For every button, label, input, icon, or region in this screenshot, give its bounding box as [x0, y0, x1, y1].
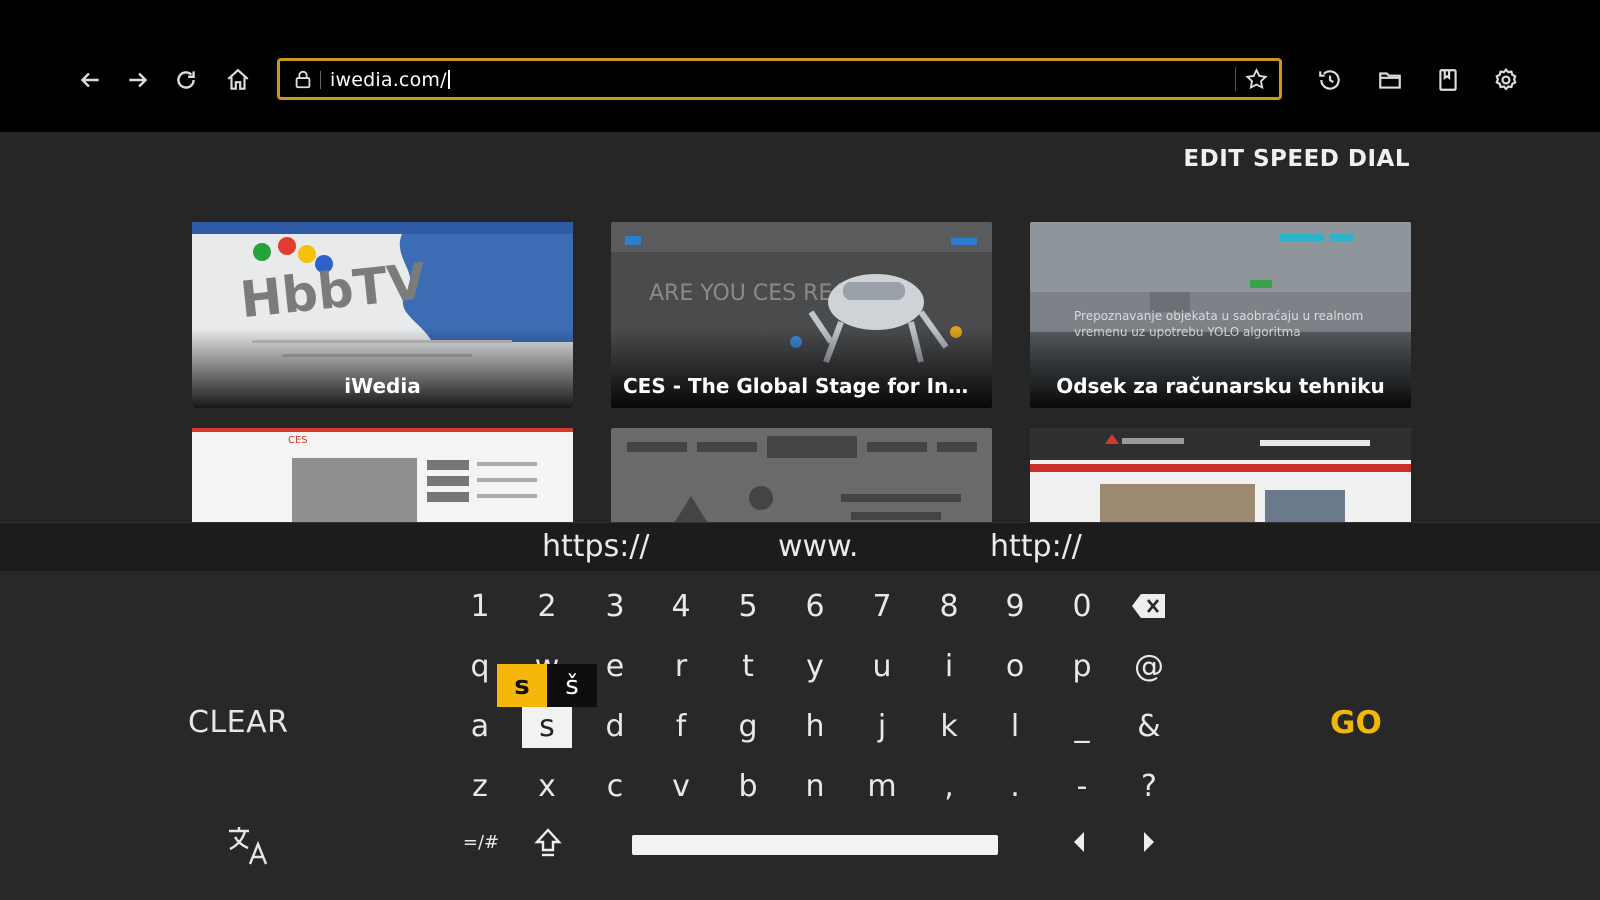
- cursor-left-icon[interactable]: [1054, 820, 1104, 864]
- shift-icon[interactable]: [523, 820, 573, 864]
- key-_[interactable]: _: [1057, 704, 1107, 748]
- key-7[interactable]: 7: [857, 584, 907, 628]
- lock-icon: [295, 70, 311, 89]
- key-.[interactable]: .: [990, 764, 1040, 808]
- key-a[interactable]: a: [455, 704, 505, 748]
- language-translate-icon[interactable]: [220, 820, 276, 870]
- key-d[interactable]: d: [590, 704, 640, 748]
- accent-option-s[interactable]: s: [497, 664, 547, 707]
- key-b[interactable]: b: [723, 764, 773, 808]
- key-?[interactable]: ?: [1124, 764, 1174, 808]
- key-4[interactable]: 4: [656, 584, 706, 628]
- key-@[interactable]: @: [1124, 644, 1174, 688]
- edit-speed-dial-button[interactable]: EDIT SPEED DIAL: [1183, 146, 1410, 172]
- suggestion-bar: https:// www. http://: [0, 522, 1600, 571]
- key-c[interactable]: c: [590, 764, 640, 808]
- backspace-glyph: [1132, 594, 1165, 618]
- accent-option-s-caron[interactable]: š: [547, 664, 597, 707]
- settings-gear-icon[interactable]: [1488, 62, 1524, 98]
- key-f[interactable]: f: [656, 704, 706, 748]
- reload-icon[interactable]: [168, 62, 204, 98]
- key-9[interactable]: 9: [990, 584, 1040, 628]
- tile-thumbnail: [627, 436, 977, 528]
- key-s[interactable]: s: [522, 704, 572, 748]
- folder-icon[interactable]: [1372, 62, 1408, 98]
- key-3[interactable]: 3: [590, 584, 640, 628]
- left-triangle-glyph: [1074, 832, 1084, 852]
- tile-label: CES - The Global Stage for Inno...: [623, 374, 992, 398]
- key-i[interactable]: i: [924, 644, 974, 688]
- key-8[interactable]: 8: [924, 584, 974, 628]
- key-6[interactable]: 6: [790, 584, 840, 628]
- key-e[interactable]: e: [590, 644, 640, 688]
- translate-glyph: [229, 827, 268, 865]
- key--[interactable]: -: [1057, 764, 1107, 808]
- key-x[interactable]: x: [522, 764, 572, 808]
- speed-dial-tile-iwedia[interactable]: HbbTV iWedia: [192, 222, 573, 408]
- forward-arrow-icon[interactable]: [120, 62, 156, 98]
- hbbtv-logo-text: HbbTV: [237, 252, 429, 329]
- star-bookmark-icon[interactable]: [1244, 67, 1269, 92]
- key-z[interactable]: z: [455, 764, 505, 808]
- browser-toolbar: iwedia.com/: [0, 0, 1600, 132]
- go-button[interactable]: GO: [1330, 705, 1382, 741]
- tile-label: Odsek za računarsku tehniku: [1056, 374, 1385, 398]
- key-5[interactable]: 5: [723, 584, 773, 628]
- tile-logo-text: CES: [288, 435, 308, 446]
- key-l[interactable]: l: [990, 704, 1040, 748]
- tile-label: iWedia: [344, 374, 421, 398]
- key-k[interactable]: k: [924, 704, 974, 748]
- key-,[interactable]: ,: [924, 764, 974, 808]
- suggestion-www[interactable]: www.: [778, 529, 858, 564]
- key-t[interactable]: t: [723, 644, 773, 688]
- bookmarks-icon[interactable]: [1430, 62, 1466, 98]
- key-p[interactable]: p: [1057, 644, 1107, 688]
- key-g[interactable]: g: [723, 704, 773, 748]
- key-o[interactable]: o: [990, 644, 1040, 688]
- url-text[interactable]: iwedia.com/: [330, 69, 450, 91]
- address-bar[interactable]: iwedia.com/: [277, 58, 1282, 100]
- backspace-icon[interactable]: [1124, 584, 1174, 628]
- key-n[interactable]: n: [790, 764, 840, 808]
- key-2[interactable]: 2: [522, 584, 572, 628]
- key-r[interactable]: r: [656, 644, 706, 688]
- speed-dial-tile-ces[interactable]: ARE YOU CES READY? CES - The Global Stag…: [611, 222, 992, 408]
- back-arrow-icon[interactable]: [72, 62, 108, 98]
- key-y[interactable]: y: [790, 644, 840, 688]
- right-triangle-glyph: [1144, 832, 1154, 852]
- key-u[interactable]: u: [857, 644, 907, 688]
- clear-button[interactable]: CLEAR: [188, 705, 288, 740]
- key-v[interactable]: v: [656, 764, 706, 808]
- history-icon[interactable]: [1312, 62, 1348, 98]
- tile-thumbnail: CES: [192, 428, 573, 528]
- space-bar[interactable]: [632, 835, 998, 855]
- address-bar-divider: [320, 71, 321, 89]
- tile-thumbnail: [1030, 428, 1411, 528]
- symbols-key[interactable]: =/#: [456, 820, 506, 864]
- suggestion-https[interactable]: https://: [542, 529, 650, 564]
- address-bar-divider: [1235, 67, 1236, 91]
- text-caret: [447, 70, 450, 89]
- key-1[interactable]: 1: [455, 584, 505, 628]
- key-m[interactable]: m: [857, 764, 907, 808]
- key-h[interactable]: h: [790, 704, 840, 748]
- suggestion-http[interactable]: http://: [990, 529, 1082, 564]
- key-&[interactable]: &: [1124, 704, 1174, 748]
- shift-glyph: [534, 828, 562, 857]
- cursor-right-icon[interactable]: [1124, 820, 1174, 864]
- key-j[interactable]: j: [857, 704, 907, 748]
- home-icon[interactable]: [220, 62, 256, 98]
- key-0[interactable]: 0: [1057, 584, 1107, 628]
- speed-dial-tile-odsek[interactable]: Prepoznavanje objekata u saobraćaju u re…: [1030, 222, 1411, 408]
